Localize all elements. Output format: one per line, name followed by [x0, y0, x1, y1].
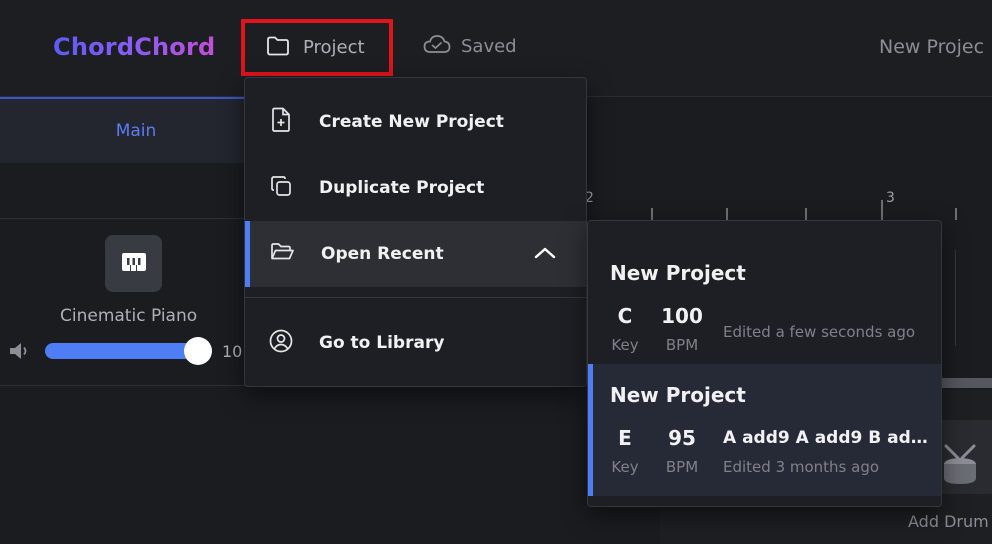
- recent-project-title: New Project: [610, 261, 746, 285]
- tab-main[interactable]: Main: [0, 97, 272, 163]
- ruler-tick: [651, 208, 653, 220]
- file-plus-icon: [269, 107, 293, 137]
- menu-item-open-recent[interactable]: Open Recent: [245, 221, 586, 287]
- menu-item-duplicate-project[interactable]: Duplicate Project: [245, 155, 586, 221]
- folder-icon: [265, 35, 291, 61]
- save-status: Saved: [423, 34, 517, 58]
- saved-label: Saved: [461, 35, 517, 57]
- ruler-tick: [955, 208, 957, 220]
- project-dropdown-menu: Create New Project Duplicate Project Ope…: [244, 77, 587, 387]
- instrument-button[interactable]: [105, 235, 162, 292]
- bpm-value: 100: [661, 304, 703, 328]
- timeline-scrollbar[interactable]: [942, 378, 992, 388]
- cloud-check-icon: [423, 34, 451, 58]
- divider: [0, 218, 272, 219]
- project-key: E Key: [610, 426, 640, 476]
- edited-time: Edited a few seconds ago: [723, 323, 916, 341]
- key-caption: Key: [611, 336, 639, 354]
- menu-item-label: Duplicate Project: [319, 178, 485, 198]
- recent-projects-submenu: New Project C Key 100 BPM Edited a few s…: [587, 220, 942, 507]
- project-key: C Key: [610, 304, 640, 354]
- menu-divider: [245, 297, 586, 298]
- ruler-tick: [726, 208, 728, 220]
- tab-main-label: Main: [115, 121, 157, 141]
- menu-item-label: Create New Project: [319, 112, 504, 132]
- menu-item-label: Open Recent: [321, 244, 444, 264]
- chord-progression: A add9 A add9 B add…: [723, 428, 933, 448]
- project-menu-button[interactable]: Project: [241, 19, 393, 76]
- add-drum-button[interactable]: [936, 420, 992, 494]
- volume-value: 10: [222, 342, 243, 361]
- recent-project-item[interactable]: New Project E Key 95 BPM A add9 A add9 B…: [588, 364, 941, 496]
- bpm-value: 95: [668, 426, 696, 450]
- drum-icon: [940, 444, 980, 492]
- add-drum-label[interactable]: Add Drum: [908, 512, 989, 531]
- ruler-label: 3: [886, 190, 895, 206]
- copy-icon: [269, 174, 293, 202]
- chevron-up-icon: [534, 245, 556, 264]
- piano-icon: [121, 250, 147, 278]
- project-menu-label: Project: [303, 37, 365, 58]
- project-title[interactable]: New Projec: [879, 36, 984, 58]
- menu-item-go-to-library[interactable]: Go to Library: [245, 310, 586, 376]
- app-logo[interactable]: ChordChord: [53, 33, 215, 61]
- ruler-tick: [881, 200, 883, 220]
- instrument-name: Cinematic Piano: [60, 306, 198, 326]
- key-caption: Key: [611, 458, 639, 476]
- key-value: C: [617, 304, 633, 328]
- ruler-tick: [805, 208, 807, 220]
- bpm-caption: BPM: [665, 336, 699, 354]
- menu-item-label: Go to Library: [319, 333, 445, 353]
- menu-item-create-new-project[interactable]: Create New Project: [245, 89, 586, 155]
- project-bpm: 95 BPM: [660, 426, 704, 476]
- divider: [0, 385, 272, 386]
- volume-icon[interactable]: [8, 340, 34, 366]
- recent-project-item[interactable]: New Project C Key 100 BPM Edited a few s…: [588, 231, 941, 363]
- user-circle-icon: [269, 329, 293, 357]
- project-bpm: 100 BPM: [660, 304, 704, 354]
- key-value: E: [618, 426, 632, 450]
- recent-project-title: New Project: [610, 383, 746, 407]
- volume-slider-handle[interactable]: [184, 337, 212, 365]
- track-grid-line: [955, 250, 956, 346]
- edited-time: Edited 3 months ago: [723, 458, 880, 476]
- volume-slider[interactable]: [45, 343, 200, 359]
- bpm-caption: BPM: [665, 458, 699, 476]
- folder-open-icon: [269, 241, 295, 267]
- timeline-ruler[interactable]: 2 3: [585, 188, 992, 220]
